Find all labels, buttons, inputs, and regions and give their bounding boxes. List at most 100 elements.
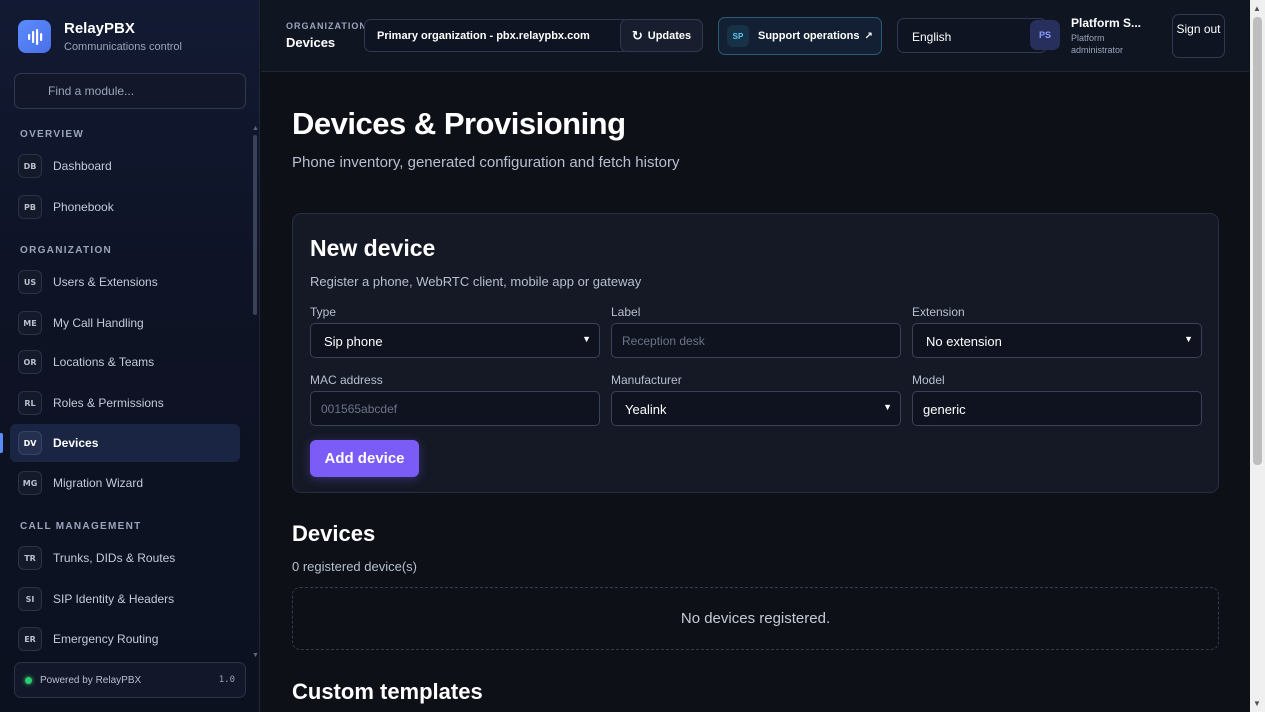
- sidebar-item-label: My Call Handling: [53, 316, 144, 330]
- sidebar-item-sip-identity-headers[interactable]: SI SIP Identity & Headers: [10, 580, 240, 618]
- brand-subtitle: Communications control: [64, 41, 182, 53]
- main-content: Devices & Provisioning Phone inventory, …: [261, 73, 1249, 712]
- users-icon: US: [18, 270, 42, 294]
- label-label: Label: [611, 305, 641, 319]
- sign-out-button[interactable]: Sign out: [1172, 14, 1225, 58]
- sidebar-item-label: Devices: [53, 436, 99, 450]
- sidebar-scrollbar[interactable]: ▲ ▼: [252, 125, 259, 660]
- mac-address-input[interactable]: 001565abcdef: [310, 391, 600, 426]
- type-label: Type: [310, 305, 337, 319]
- sidebar-item-users-extensions[interactable]: US Users & Extensions: [10, 263, 240, 301]
- user-role: Platform administrator: [1071, 33, 1124, 55]
- relaypbx-logo-icon: [18, 20, 51, 53]
- support-label: Support operations: [758, 30, 860, 42]
- new-device-subtitle: Register a phone, WebRTC client, mobile …: [310, 274, 642, 289]
- sidebar-item-label: Migration Wizard: [53, 476, 144, 490]
- extension-select[interactable]: No extension ▼: [912, 323, 1202, 358]
- sidebar-item-phonebook[interactable]: PB Phonebook: [10, 188, 240, 226]
- devices-count: 0 registered device(s): [292, 559, 417, 574]
- custom-templates-title: Custom templates: [292, 679, 483, 704]
- updates-label: Updates: [647, 29, 692, 42]
- sidebar-item-my-call-handling[interactable]: ME My Call Handling: [10, 304, 240, 342]
- devices-section-title: Devices: [292, 521, 376, 546]
- page-scrollbar[interactable]: ▲ ▼: [1250, 0, 1265, 712]
- sidebar-item-label: Locations & Teams: [53, 355, 155, 369]
- brand[interactable]: RelayPBX Communications control: [18, 20, 182, 53]
- extension-label: Extension: [912, 305, 965, 319]
- sidebar: RelayPBX Communications control Find a m…: [0, 0, 260, 712]
- type-select[interactable]: Sip phone ▼: [310, 323, 600, 358]
- scroll-down-icon[interactable]: ▼: [252, 652, 259, 659]
- migration-icon: MG: [18, 471, 42, 495]
- phonebook-icon: PB: [18, 195, 42, 219]
- devices-empty-state: No devices registered.: [292, 587, 1219, 650]
- sip-identity-icon: SI: [18, 587, 42, 611]
- label-input[interactable]: Reception desk: [611, 323, 901, 358]
- status-dot-icon: [25, 676, 32, 684]
- mac-address-label: MAC address: [310, 373, 383, 387]
- sidebar-item-label: Users & Extensions: [53, 275, 158, 289]
- external-link-icon: ↗: [864, 30, 873, 42]
- sidebar-item-label: Trunks, DIDs & Routes: [53, 551, 176, 565]
- language-select[interactable]: English: [897, 18, 1047, 53]
- sidebar-item-emergency-routing[interactable]: ER Emergency Routing: [10, 620, 240, 655]
- model-input[interactable]: generic: [912, 391, 1202, 426]
- updates-button[interactable]: ↻ Updates: [620, 19, 703, 52]
- topbar: ORGANIZATION Devices Primary organizatio…: [261, 0, 1249, 72]
- roles-icon: RL: [18, 391, 42, 415]
- trunks-icon: TR: [18, 546, 42, 570]
- add-device-button[interactable]: Add device: [310, 440, 419, 477]
- organization-select[interactable]: Primary organization - pbx.relaypbx.com: [364, 19, 629, 52]
- scroll-up-icon[interactable]: ▲: [252, 125, 259, 132]
- dashboard-icon: DB: [18, 154, 42, 178]
- scroll-up-icon[interactable]: ▲: [1253, 4, 1261, 13]
- sidebar-item-roles-permissions[interactable]: RL Roles & Permissions: [10, 384, 240, 422]
- new-device-title: New device: [310, 235, 436, 261]
- type-select-value: Sip phone: [324, 334, 383, 349]
- powered-by-text: Powered by RelayPBX: [40, 674, 142, 686]
- user-name: Platform S...: [1071, 16, 1142, 30]
- devices-icon: DV: [18, 431, 42, 455]
- call-handling-icon: ME: [18, 311, 42, 335]
- breadcrumb-section: ORGANIZATION: [286, 21, 364, 31]
- active-item-marker: [0, 433, 3, 453]
- version-label: 1.0: [218, 675, 235, 685]
- nav-section-organization: ORGANIZATION: [20, 245, 113, 256]
- sidebar-item-trunks-dids-routes[interactable]: TR Trunks, DIDs & Routes: [10, 539, 240, 577]
- chevron-down-icon: ▼: [582, 334, 591, 344]
- sidebar-item-label: SIP Identity & Headers: [53, 592, 175, 606]
- locations-icon: OR: [18, 350, 42, 374]
- new-device-card: New device Register a phone, WebRTC clie…: [292, 213, 1219, 493]
- sidebar-item-locations-teams[interactable]: OR Locations & Teams: [10, 343, 240, 381]
- page-title: Devices & Provisioning: [292, 106, 626, 141]
- sidebar-item-label: Phonebook: [53, 200, 114, 214]
- manufacturer-select[interactable]: Yealink ▼: [611, 391, 901, 426]
- nav-section-call-management: CALL MANAGEMENT: [20, 521, 142, 532]
- page-scrollbar-thumb[interactable]: [1253, 17, 1262, 465]
- sidebar-item-devices[interactable]: DV Devices: [10, 424, 240, 462]
- brand-name: RelayPBX: [64, 20, 135, 37]
- scroll-down-icon[interactable]: ▼: [1253, 699, 1261, 708]
- manufacturer-select-value: Yealink: [625, 402, 667, 417]
- powered-by-footer: Powered by RelayPBX 1.0: [14, 662, 246, 698]
- sidebar-nav: OVERVIEW DB Dashboard PB Phonebook ORGAN…: [0, 120, 252, 655]
- sidebar-scrollbar-thumb[interactable]: [253, 135, 257, 315]
- extension-select-value: No extension: [926, 334, 1002, 349]
- nav-section-overview: OVERVIEW: [20, 129, 85, 140]
- avatar[interactable]: PS: [1030, 20, 1060, 50]
- support-operations-button[interactable]: SP Support operations ↗: [718, 17, 882, 55]
- model-label: Model: [912, 373, 945, 387]
- sidebar-item-dashboard[interactable]: DB Dashboard: [10, 147, 240, 185]
- refresh-icon: ↻: [631, 27, 643, 43]
- breadcrumb: ORGANIZATION Devices: [286, 21, 364, 50]
- manufacturer-label: Manufacturer: [611, 373, 682, 387]
- sidebar-item-migration-wizard[interactable]: MG Migration Wizard: [10, 464, 240, 502]
- page-subtitle: Phone inventory, generated configuration…: [292, 154, 680, 171]
- sidebar-item-label: Roles & Permissions: [53, 396, 164, 410]
- breadcrumb-page: Devices: [286, 35, 336, 50]
- chevron-down-icon: ▼: [1184, 334, 1193, 344]
- sidebar-item-label: Emergency Routing: [53, 632, 159, 646]
- module-search-input[interactable]: Find a module...: [14, 73, 246, 109]
- chevron-down-icon: ▼: [883, 402, 892, 412]
- sidebar-item-label: Dashboard: [53, 159, 112, 173]
